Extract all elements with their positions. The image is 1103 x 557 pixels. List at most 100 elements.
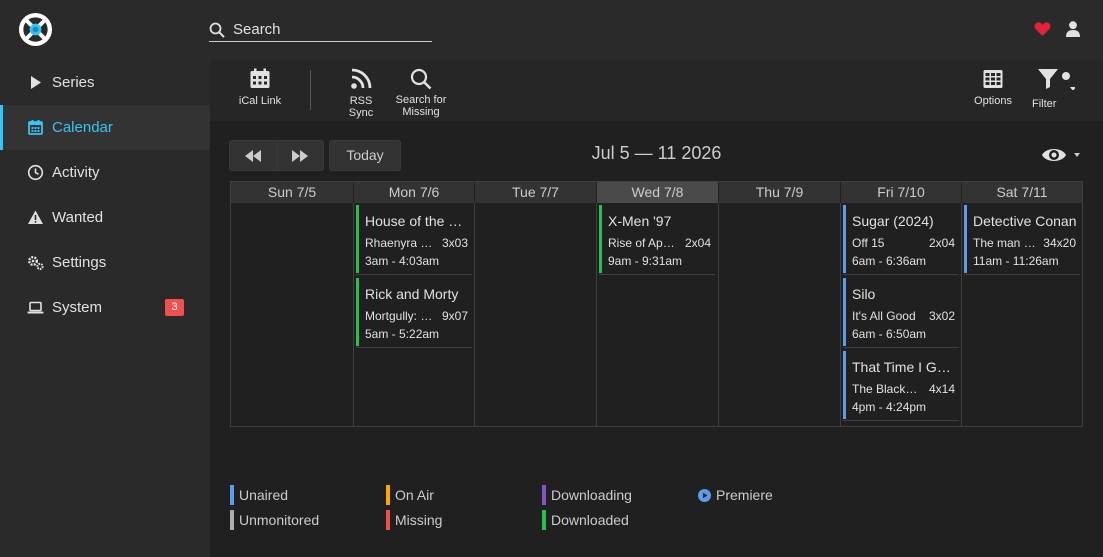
rss-sync-button[interactable]: RSS Sync: [336, 68, 386, 119]
table-icon: [983, 70, 1003, 88]
legend-color-bar: [386, 485, 390, 505]
calendar-day-header: Tue 7/7: [474, 182, 596, 203]
user-icon[interactable]: [1066, 21, 1080, 37]
event-status-bar: [964, 205, 967, 273]
calendar-event[interactable]: That Time I Got Reincarnated as a Slime T…: [843, 351, 959, 421]
filter-button[interactable]: Filter: [1030, 68, 1080, 118]
forward-icon: [292, 149, 309, 162]
event-episode-number: 2x04: [684, 236, 711, 250]
ical-link-button[interactable]: iCal Link: [236, 68, 284, 118]
play-icon: [31, 76, 41, 89]
cogs-icon: [28, 256, 44, 271]
filter-label: Filter: [1032, 98, 1057, 110]
event-series-title[interactable]: X-Men '97: [608, 213, 713, 229]
event-episode-number: 3x02: [928, 309, 955, 323]
legend-color-bar: [230, 485, 234, 505]
calendar-day-body: [718, 203, 840, 426]
sidebar-item-label: System: [52, 299, 103, 316]
calendar-day-body: [231, 203, 353, 426]
calendar-day-column: Wed 7/8 X-Men '97 Rise of Apocalypse 2x049a…: [596, 182, 718, 426]
event-series-title[interactable]: Rick and Morty: [365, 286, 470, 302]
calendar-day-header: Sun 7/5: [231, 182, 353, 203]
next-week-button[interactable]: [276, 141, 324, 170]
premiere-play-icon: [698, 489, 711, 502]
search-missing-button[interactable]: Search for Missing: [393, 68, 449, 118]
heart-icon[interactable]: [1034, 21, 1051, 37]
calendar-event[interactable]: House of the Dragon Rhaenyra the Cruel 3x0…: [356, 205, 472, 275]
event-episode-number: 9x07: [441, 309, 468, 323]
calendar-day-body: [474, 203, 596, 426]
rss-sync-label: RSS Sync: [348, 95, 374, 119]
calendar-day-header: Fri 7/10: [840, 182, 961, 203]
event-air-time: 11am - 11:26am: [973, 254, 1059, 268]
sidebar-item-label: Activity: [52, 164, 100, 181]
page-header: [0, 0, 1103, 60]
calendar-icon: [28, 120, 43, 135]
search-icon: [209, 22, 225, 38]
warning-icon: [28, 210, 43, 224]
calendar-event[interactable]: Silo It's All Good 3x02 6am - 6:50am: [843, 278, 959, 348]
event-episode-title: The man who: [973, 236, 1041, 250]
event-status-bar: [843, 351, 846, 419]
calendar-day-header: Sat 7/11: [961, 182, 1082, 203]
rss-icon: [351, 68, 372, 89]
calendar-day-column: Fri 7/10 Sugar (2024) Off 15 2x04 6am - 6:36…: [840, 182, 961, 426]
previous-week-button[interactable]: [230, 141, 277, 170]
event-episode-number: 34x20: [1043, 236, 1076, 250]
calendar-day-column: Mon 7/6 House of the Dragon Rhaenyra the C…: [353, 182, 474, 426]
week-nav: [229, 140, 324, 171]
sidebar-item-calendar[interactable]: Calendar: [0, 105, 210, 150]
event-series-title[interactable]: That Time I Got Reincarnated as a Slime: [852, 359, 957, 375]
sidebar: Series Calendar Activity Wanted Settings…: [0, 60, 210, 557]
event-series-title[interactable]: Silo: [852, 286, 957, 302]
legend-color-bar: [542, 485, 546, 505]
calendar-day-body: House of the Dragon Rhaenyra the Cruel 3x0…: [353, 203, 474, 426]
calendar-event[interactable]: Detective Conan The man who 34x20 11am - 11…: [964, 205, 1080, 275]
sidebar-item-wanted[interactable]: Wanted: [0, 195, 210, 240]
status-badge: 3: [165, 299, 184, 316]
event-series-title[interactable]: House of the Dragon: [365, 213, 470, 229]
backward-icon: [245, 149, 262, 162]
sidebar-item-series[interactable]: Series: [0, 60, 210, 105]
legend-color-bar: [542, 510, 546, 530]
calendar-day-body: X-Men '97 Rise of Apocalypse 2x049am - 9:3…: [596, 203, 718, 426]
sidebar-item-label: Wanted: [52, 209, 104, 226]
search-bar: [209, 19, 432, 42]
sonarr-logo-icon[interactable]: [18, 12, 53, 47]
calendar-day-header: Mon 7/6: [353, 182, 474, 203]
options-button[interactable]: Options: [972, 68, 1014, 118]
filter-icon: [1038, 69, 1075, 90]
calendar-day-column: Sat 7/11 Detective Conan The man who 34x20 1…: [961, 182, 1082, 426]
event-episode-number: 4x14: [928, 382, 955, 396]
calendar-day-column: Sun 7/5: [231, 182, 353, 426]
event-status-bar: [599, 205, 602, 273]
today-button[interactable]: Today: [329, 140, 401, 171]
event-air-time: 6am - 6:50am: [852, 327, 927, 341]
sidebar-item-activity[interactable]: Activity: [0, 150, 210, 195]
view-options-button[interactable]: [1041, 144, 1083, 166]
event-episode-title: Rise of Apocalypse: [608, 236, 676, 250]
event-air-time: 6am - 6:36am: [852, 254, 927, 268]
calendar-icon: [250, 68, 270, 88]
calendar-event[interactable]: Rick and Morty Mortgully: Unicorn 9x075am …: [356, 278, 472, 348]
event-episode-title: It's All Good: [852, 309, 916, 323]
calendar-day-column: Thu 7/9: [718, 182, 840, 426]
event-episode-title: Rhaenyra the Cruel: [365, 236, 433, 250]
calendar-event[interactable]: Sugar (2024) Off 15 2x04 6am - 6:36am: [843, 205, 959, 275]
search-input[interactable]: [233, 19, 431, 40]
sidebar-item-system[interactable]: System 3: [0, 285, 210, 330]
sidebar-item-label: Settings: [52, 254, 107, 271]
calendar-day-header: Thu 7/9: [718, 182, 840, 203]
event-series-title[interactable]: Detective Conan: [973, 213, 1078, 229]
sidebar-item-label: Calendar: [52, 119, 113, 136]
event-air-time: 4pm - 4:24pm: [852, 400, 927, 414]
event-air-time: 3am - 4:03am: [365, 254, 440, 268]
event-series-title[interactable]: Sugar (2024): [852, 213, 957, 229]
calendar-day-body: Detective Conan The man who 34x20 11am - 11…: [961, 203, 1082, 426]
event-episode-number: 2x04: [928, 236, 955, 250]
sidebar-item-settings[interactable]: Settings: [0, 240, 210, 285]
calendar-event[interactable]: X-Men '97 Rise of Apocalypse 2x049am - 9:3…: [599, 205, 715, 275]
event-status-bar: [843, 278, 846, 346]
sidebar-item-label: Series: [52, 74, 95, 91]
clock-icon: [27, 164, 44, 181]
